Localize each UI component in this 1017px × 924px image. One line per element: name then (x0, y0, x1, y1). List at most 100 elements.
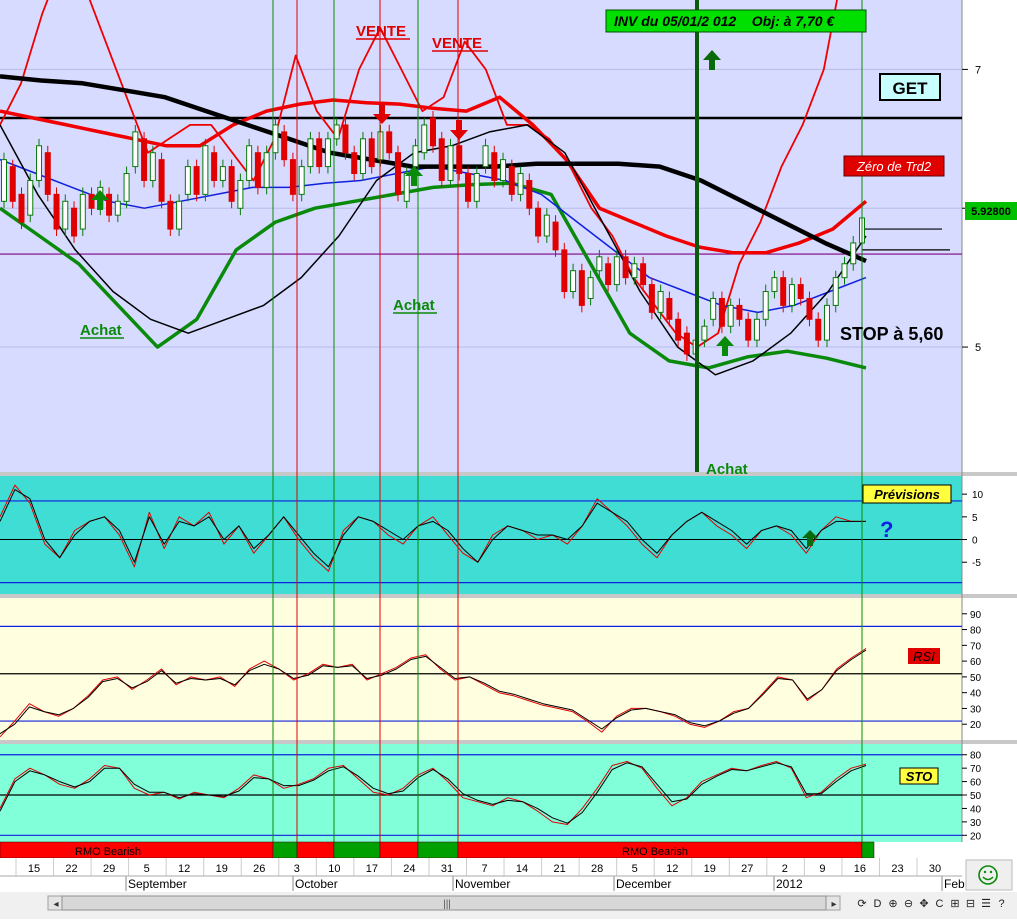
candle-body (106, 193, 113, 216)
candle-body (114, 200, 121, 216)
candle-body (158, 159, 165, 202)
scrollbar[interactable]: ◂ ▸ ||| (47, 895, 841, 911)
date-day-label: 12 (666, 863, 678, 875)
date-day-label: 23 (891, 863, 903, 875)
candle-body (465, 173, 472, 202)
candle-body (561, 249, 568, 293)
chart-svg: 567 -50510 2030405060708090 203040506070… (0, 0, 1017, 919)
toolbar-button[interactable]: D (874, 898, 882, 910)
rmo-label-2: RMO Bearish (622, 846, 688, 858)
separator-1 (0, 472, 1017, 476)
candle-body (219, 166, 226, 181)
candle-body (368, 138, 375, 168)
candle-body (745, 318, 752, 341)
toolbar-button[interactable]: ⊕ (888, 898, 897, 910)
candle-body (596, 256, 603, 272)
candle-body (771, 277, 778, 293)
candle-body (788, 284, 795, 306)
sto-tick-label: 80 (970, 751, 982, 762)
date-day-label: 15 (28, 863, 40, 875)
chart-window: 567 -50510 2030405060708090 203040506070… (0, 0, 1017, 919)
candle-body (167, 200, 174, 230)
candle-body (71, 207, 78, 237)
date-day-label: 29 (103, 863, 115, 875)
toolbar-button[interactable]: ✥ (919, 898, 928, 910)
rmo-segment (272, 841, 298, 859)
date-day-label: 17 (366, 863, 378, 875)
candle-body (272, 124, 279, 154)
candle-body (246, 145, 253, 181)
toolbar-button[interactable]: ⊖ (904, 898, 913, 910)
rmo-segment (417, 841, 459, 859)
rmo-segment (379, 841, 419, 859)
date-day-label: 27 (741, 863, 753, 875)
last-price-text: 5.92800 (971, 206, 1011, 218)
toolbar-button[interactable]: ⟳ (857, 898, 866, 910)
smiley-icon[interactable] (965, 859, 1013, 891)
date-day-label: 28 (591, 863, 603, 875)
candle-body (18, 193, 25, 223)
candle-body (482, 145, 489, 168)
rmo-segment (333, 841, 381, 859)
candle-body (27, 179, 34, 216)
candle-body (211, 152, 218, 181)
grip-icon[interactable]: ||| (443, 899, 451, 910)
candle-body (79, 193, 86, 230)
candle-body (491, 152, 498, 181)
rsi-tick-label: 20 (970, 720, 982, 731)
candle-body (543, 214, 550, 237)
scroll-right-icon[interactable]: ▸ (831, 899, 836, 910)
date-day-label: 3 (294, 863, 300, 875)
zero-trd2-badge: Zéro de Trd2 (843, 155, 945, 177)
candle-body (289, 159, 296, 195)
candle-body (701, 325, 708, 341)
date-day-label: 5 (632, 863, 638, 875)
candle-body (526, 179, 533, 209)
candle-body (578, 270, 585, 306)
main-tick-label: 5 (975, 342, 981, 354)
candle-body (438, 138, 445, 181)
candle-body (832, 277, 839, 306)
scroll-left-icon[interactable]: ◂ (53, 899, 58, 910)
candle-body (88, 193, 95, 209)
prev-tick-label: 10 (972, 490, 984, 501)
zero-trd2-text: Zéro de Trd2 (856, 159, 932, 174)
separator-3 (0, 740, 1017, 744)
candle-body (552, 221, 559, 251)
candle-body (324, 138, 331, 168)
toolbar-button[interactable]: ☰ (981, 898, 991, 910)
sto-tick-label: 30 (970, 818, 982, 829)
date-month-label: Feb (944, 877, 965, 891)
toolbar-button[interactable]: C (936, 898, 944, 910)
candle-body (447, 145, 454, 181)
candle-body (36, 145, 43, 181)
candle-body (202, 145, 209, 195)
toolbar-button[interactable]: ? (998, 898, 1004, 910)
candle-body (587, 277, 594, 299)
candle-body (333, 124, 340, 140)
candle-body (727, 304, 734, 327)
candle-body (570, 270, 577, 293)
achat-text-2: Achat (393, 297, 435, 314)
candle-body (666, 297, 673, 320)
sto-tick-label: 50 (970, 791, 982, 802)
date-day-label: 21 (553, 863, 565, 875)
candle-body (193, 166, 200, 195)
candle-body (613, 256, 620, 286)
toolbar-button[interactable]: ⊞ (950, 898, 959, 910)
achat-text-1: Achat (80, 322, 122, 339)
candle-body (132, 131, 139, 168)
achat-label-1: Achat (80, 322, 124, 339)
toolbar-button[interactable]: ⊟ (966, 898, 975, 910)
date-day-label: 14 (516, 863, 528, 875)
rmo-segment (861, 841, 875, 859)
candle-body (675, 318, 682, 341)
date-day-label: 12 (178, 863, 190, 875)
date-day-label: 19 (216, 863, 228, 875)
date-month-label: 2012 (776, 877, 803, 891)
candle-body (307, 138, 314, 168)
candle-body (176, 200, 183, 230)
sto-tick-label: 20 (970, 831, 982, 842)
candle-body (815, 318, 822, 341)
question-mark: ? (880, 517, 893, 542)
